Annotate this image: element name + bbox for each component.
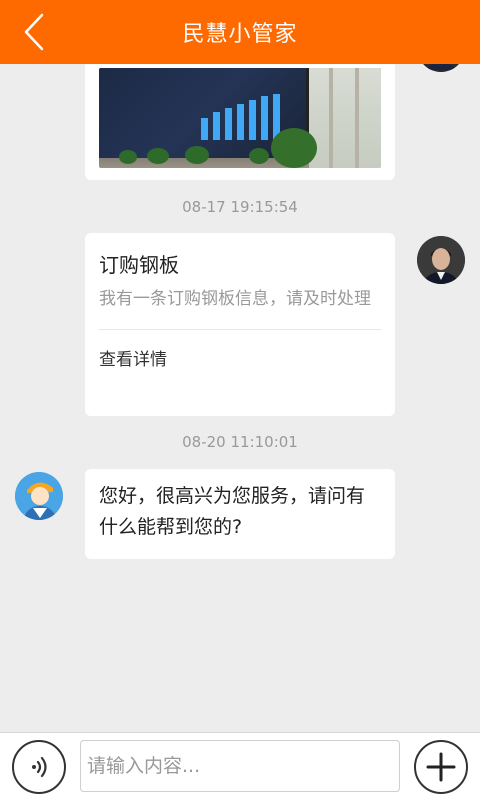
avatar[interactable]	[417, 64, 465, 72]
view-details-link[interactable]: 查看详情	[99, 345, 381, 370]
image-message[interactable]	[85, 64, 395, 180]
page-title: 民慧小管家	[182, 22, 298, 47]
message-timestamp: 08-17 19:15:54	[182, 198, 298, 216]
card-message[interactable]: 订购钢板 我有一条订购钢板信息，请及时处理 查看详情	[85, 233, 395, 416]
card-title: 订购钢板	[99, 253, 179, 277]
chat-message-list[interactable]: 08-17 19:15:54 订购钢板 我有一条订购钢板信息，请及时处理 查看详…	[0, 64, 480, 732]
chat-screen: 民慧小管家 08-17 19:15:54 订购钢板 我有一条订购钢板信息，请及时…	[0, 0, 480, 800]
avatar[interactable]	[417, 236, 465, 284]
card-divider	[99, 329, 381, 330]
message-timestamp: 08-20 11:10:01	[182, 433, 298, 451]
chevron-left-icon	[24, 13, 44, 51]
plus-icon	[426, 752, 456, 782]
input-bar	[0, 732, 480, 800]
voice-icon	[32, 756, 47, 778]
photo-image	[99, 68, 381, 168]
card-description: 我有一条订购钢板信息，请及时处理	[99, 289, 371, 309]
back-button[interactable]	[14, 12, 54, 52]
bot-message[interactable]: 您好，很高兴为您服务，请问有什么能帮到您的?	[85, 469, 395, 559]
message-text: 您好，很高兴为您服务，请问有什么能帮到您的?	[99, 485, 366, 538]
header-bar: 民慧小管家	[0, 0, 480, 64]
more-options-button[interactable]	[414, 740, 468, 794]
avatar[interactable]	[15, 472, 63, 520]
voice-button[interactable]	[12, 740, 66, 794]
message-input[interactable]	[80, 740, 400, 792]
